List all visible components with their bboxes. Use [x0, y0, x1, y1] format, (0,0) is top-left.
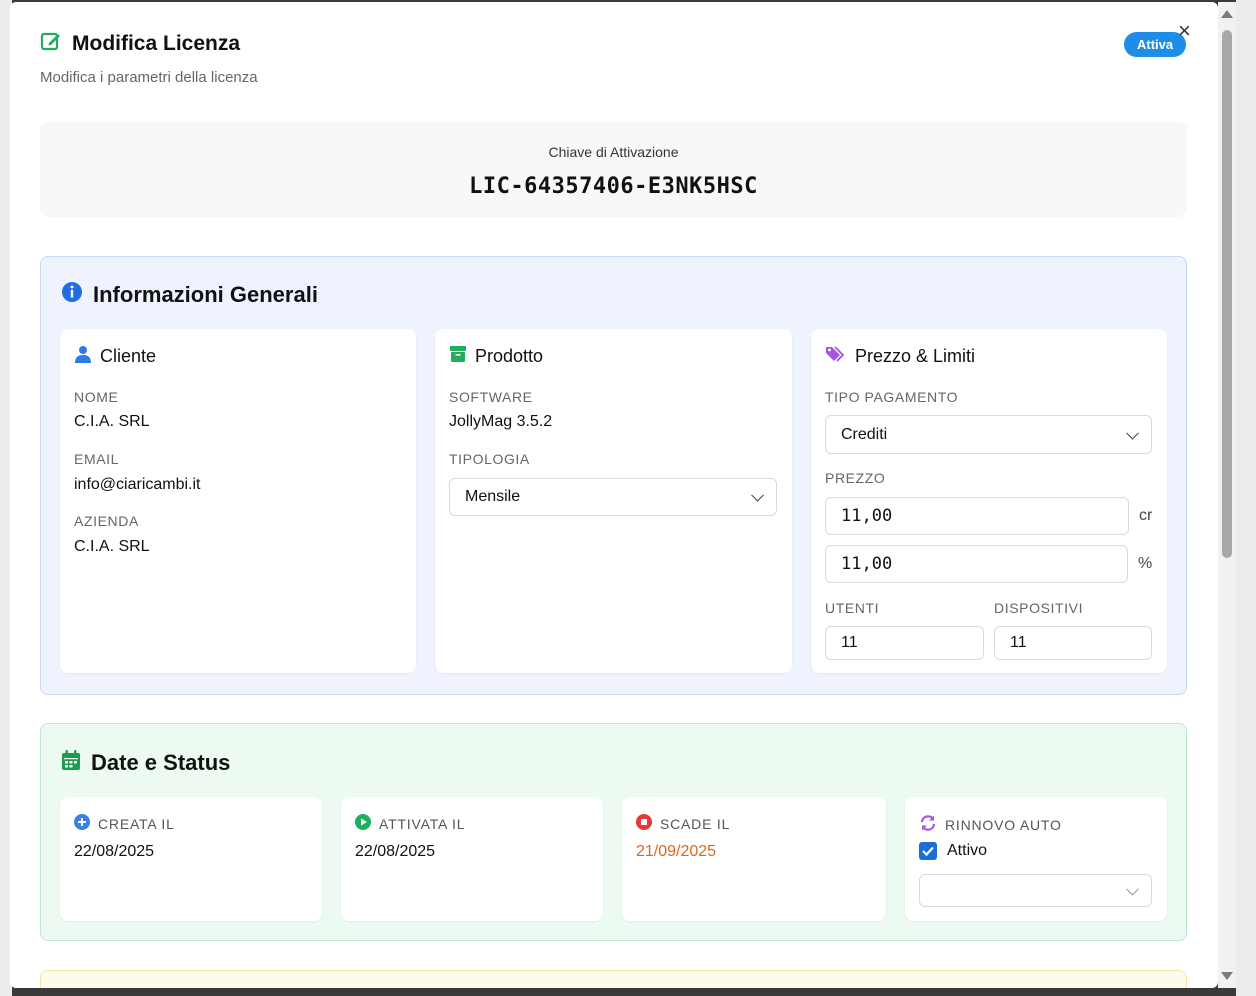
attivata-value: 22/08/2025	[355, 843, 436, 860]
prezzo-card-title: Prezzo & Limiti	[825, 345, 975, 368]
general-info-section: Informazioni Generali Cliente NOME C.I.A…	[40, 256, 1187, 695]
activation-key-box: Chiave di Attivazione LIC-64357406-E3NK5…	[40, 122, 1187, 217]
tipologia-select-value: Mensile	[465, 488, 521, 505]
rinnovo-checkbox-label: Attivo	[947, 842, 988, 859]
prodotto-card: Prodotto SOFTWARE JollyMag 3.5.2 TIPOLOG…	[435, 329, 792, 673]
scroll-up-icon[interactable]	[1221, 10, 1233, 18]
scroll-down-icon[interactable]	[1221, 972, 1233, 980]
modal-subtitle: Modifica i parametri della licenza	[40, 69, 258, 86]
dispositivi-input[interactable]: 11	[994, 626, 1152, 660]
play-circle-icon	[355, 814, 371, 833]
percent-input[interactable]: 11,00	[825, 545, 1128, 583]
cliente-card: Cliente NOME C.I.A. SRL EMAIL info@ciari…	[60, 329, 416, 673]
cliente-card-title: Cliente	[74, 345, 156, 368]
creata-value: 22/08/2025	[74, 843, 155, 860]
stop-circle-icon	[636, 814, 652, 833]
modal-title: Modifica Licenza	[72, 31, 241, 55]
modal-scrollbar[interactable]	[1218, 2, 1236, 988]
plus-circle-icon	[74, 814, 90, 833]
rinnovo-select[interactable]	[919, 874, 1152, 907]
dispositivi-label: DISPOSITIVI	[994, 600, 1084, 616]
edit-icon	[40, 30, 62, 57]
background-page-right	[1236, 0, 1256, 996]
rinnovo-checkbox[interactable]	[919, 842, 937, 860]
attivata-card: ATTIVATA IL 22/08/2025	[341, 797, 603, 921]
tipo-pagamento-value: Crediti	[841, 425, 888, 443]
nome-value: C.I.A. SRL	[74, 413, 150, 430]
azienda-value: C.I.A. SRL	[74, 538, 150, 555]
creata-card: CREATA IL 22/08/2025	[60, 797, 322, 921]
creata-label: CREATA IL	[74, 814, 175, 833]
chevron-down-icon	[1126, 426, 1139, 440]
software-label: SOFTWARE	[449, 389, 533, 405]
software-value: JollyMag 3.5.2	[449, 413, 553, 430]
tipologia-label: TIPOLOGIA	[449, 451, 530, 467]
prezzo-label: PREZZO	[825, 470, 886, 486]
close-icon[interactable]: ×	[1178, 20, 1191, 42]
user-icon	[74, 345, 92, 368]
rinnovo-card: RINNOVO AUTO Attivo	[905, 797, 1167, 921]
edit-license-modal: Modifica Licenza Modifica i parametri de…	[10, 2, 1218, 988]
chevron-down-icon	[751, 488, 764, 502]
scade-value: 21/09/2025	[636, 843, 717, 860]
dates-status-section: Date e Status CREATA IL 22/08/2025 ATTIV…	[40, 723, 1187, 941]
percent-unit: %	[1138, 555, 1153, 572]
prodotto-card-title: Prodotto	[449, 345, 543, 368]
rinnovo-checkbox-row[interactable]: Attivo	[919, 842, 987, 860]
activation-key-label: Chiave di Attivazione	[548, 144, 679, 160]
azienda-label: AZIENDA	[74, 513, 139, 529]
scade-card: SCADE IL 21/09/2025	[622, 797, 886, 921]
general-info-title: Informazioni Generali	[61, 281, 318, 309]
prezzo-card: Prezzo & Limiti TIPO PAGAMENTO Crediti P…	[811, 329, 1167, 673]
rinnovo-label: RINNOVO AUTO	[919, 814, 1062, 835]
email-label: EMAIL	[74, 451, 120, 467]
attivata-label: ATTIVATA IL	[355, 814, 465, 833]
calendar-icon	[61, 749, 81, 777]
tipo-pagamento-label: TIPO PAGAMENTO	[825, 389, 959, 405]
scrollbar-thumb[interactable]	[1222, 30, 1232, 558]
box-icon	[449, 345, 467, 368]
tags-icon	[825, 345, 847, 368]
next-section	[40, 970, 1187, 988]
prezzo-unit: cr	[1139, 507, 1153, 524]
activation-key-value: LIC-64357406-E3NK5HSC	[469, 174, 758, 199]
tipologia-select[interactable]: Mensile	[449, 478, 777, 516]
tipo-pagamento-select[interactable]: Crediti	[825, 415, 1152, 454]
prezzo-input[interactable]: 11,00	[825, 497, 1129, 535]
utenti-label: UTENTI	[825, 600, 880, 616]
dates-status-title: Date e Status	[61, 749, 230, 777]
chevron-down-icon	[1126, 882, 1139, 896]
status-badge: Attiva	[1124, 32, 1187, 57]
nome-label: NOME	[74, 389, 119, 405]
info-icon	[61, 281, 83, 309]
modal-header: Modifica Licenza Modifica i parametri de…	[40, 30, 258, 87]
email-value: info@ciaricambi.it	[74, 476, 201, 493]
utenti-input[interactable]: 11	[825, 626, 984, 660]
scade-label: SCADE IL	[636, 814, 730, 833]
sync-icon	[919, 814, 937, 835]
